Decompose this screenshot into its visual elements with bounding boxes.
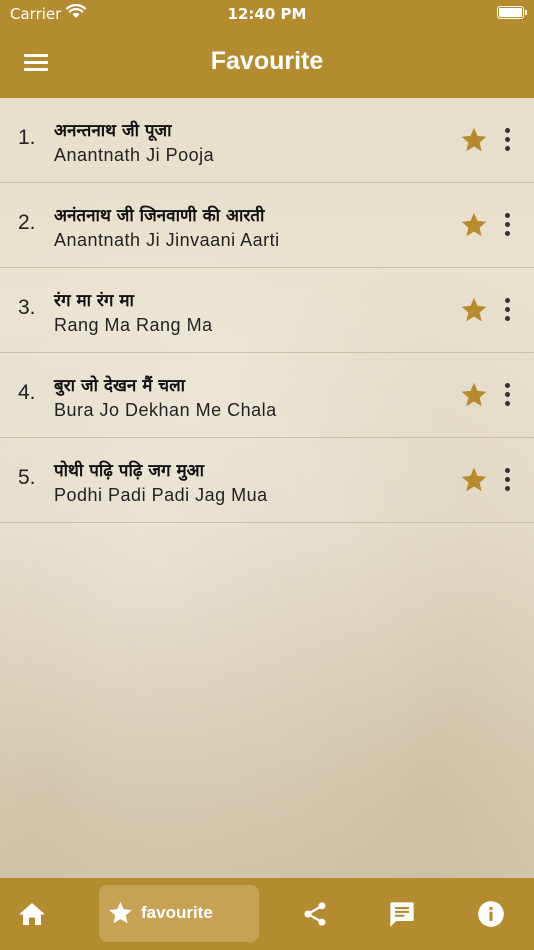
more-options-icon[interactable] xyxy=(498,381,518,409)
more-options-icon[interactable] xyxy=(498,296,518,324)
favourites-content: 1. अनन्तनाथ जी पूजा Anantnath Ji Pooja 2… xyxy=(0,98,534,878)
message-icon xyxy=(390,902,414,927)
more-options-icon[interactable] xyxy=(498,211,518,239)
item-title-english: Podhi Padi Padi Jag Mua xyxy=(54,485,268,505)
tab-favourite-label: favourite xyxy=(141,903,213,922)
header-bar: Carrier 12:40 PM Favourite xyxy=(0,0,534,98)
info-icon xyxy=(478,901,504,927)
item-title-hindi: बुरा जो देखन मैं चला xyxy=(54,376,186,396)
tab-share[interactable] xyxy=(294,878,334,950)
list-item[interactable]: 3. रंग मा रंग मा Rang Ma Rang Ma xyxy=(0,268,534,353)
favourite-star-icon[interactable] xyxy=(460,296,488,324)
item-title-hindi: अनंतनाथ जी जिनवाणी की आरती xyxy=(54,206,265,226)
more-options-icon[interactable] xyxy=(498,126,518,154)
star-icon xyxy=(109,901,132,924)
status-time: 12:40 PM xyxy=(227,5,307,23)
item-title-hindi: अनन्तनाथ जी पूजा xyxy=(54,121,172,141)
tab-feedback[interactable] xyxy=(382,878,422,950)
status-bar: Carrier 12:40 PM xyxy=(0,0,534,28)
battery-icon xyxy=(497,6,527,19)
item-title-english: Bura Jo Dekhan Me Chala xyxy=(54,400,277,420)
tab-info[interactable] xyxy=(470,878,514,950)
favourite-star-icon[interactable] xyxy=(460,126,488,154)
app-screen: Carrier 12:40 PM Favourite 1. अनन्तनाथ ज… xyxy=(0,0,534,950)
item-number: 5. xyxy=(18,466,36,489)
home-icon xyxy=(19,903,45,925)
item-title-hindi: रंग मा रंग मा xyxy=(54,291,134,311)
item-title-english: Rang Ma Rang Ma xyxy=(54,315,213,335)
item-number: 3. xyxy=(18,296,36,319)
tab-favourite[interactable]: favourite xyxy=(99,885,259,942)
share-icon xyxy=(304,902,326,926)
item-title-english: Anantnath Ji Jinvaani Aarti xyxy=(54,230,280,250)
item-title-english: Anantnath Ji Pooja xyxy=(54,145,215,165)
item-number: 2. xyxy=(18,211,36,234)
page-title: Favourite xyxy=(210,47,324,75)
list-item[interactable]: 1. अनन्तनाथ जी पूजा Anantnath Ji Pooja xyxy=(0,98,534,183)
favourite-star-icon[interactable] xyxy=(460,466,488,494)
favourites-list: 1. अनन्तनाथ जी पूजा Anantnath Ji Pooja 2… xyxy=(0,98,534,523)
more-options-icon[interactable] xyxy=(498,466,518,494)
list-item[interactable]: 4. बुरा जो देखन मैं चला Bura Jo Dekhan M… xyxy=(0,353,534,438)
favourite-star-icon[interactable] xyxy=(460,381,488,409)
tab-home[interactable] xyxy=(10,878,54,950)
list-item[interactable]: 5. पोथी पढ़ि पढ़ि जग मुआ Podhi Padi Padi… xyxy=(0,438,534,523)
item-number: 4. xyxy=(18,381,36,404)
list-item[interactable]: 2. अनंतनाथ जी जिनवाणी की आरती Anantnath … xyxy=(0,183,534,268)
item-number: 1. xyxy=(18,126,36,149)
bottom-tab-bar: favourite xyxy=(0,878,534,950)
favourite-star-icon[interactable] xyxy=(460,211,488,239)
item-title-hindi: पोथी पढ़ि पढ़ि जग मुआ xyxy=(54,461,204,481)
